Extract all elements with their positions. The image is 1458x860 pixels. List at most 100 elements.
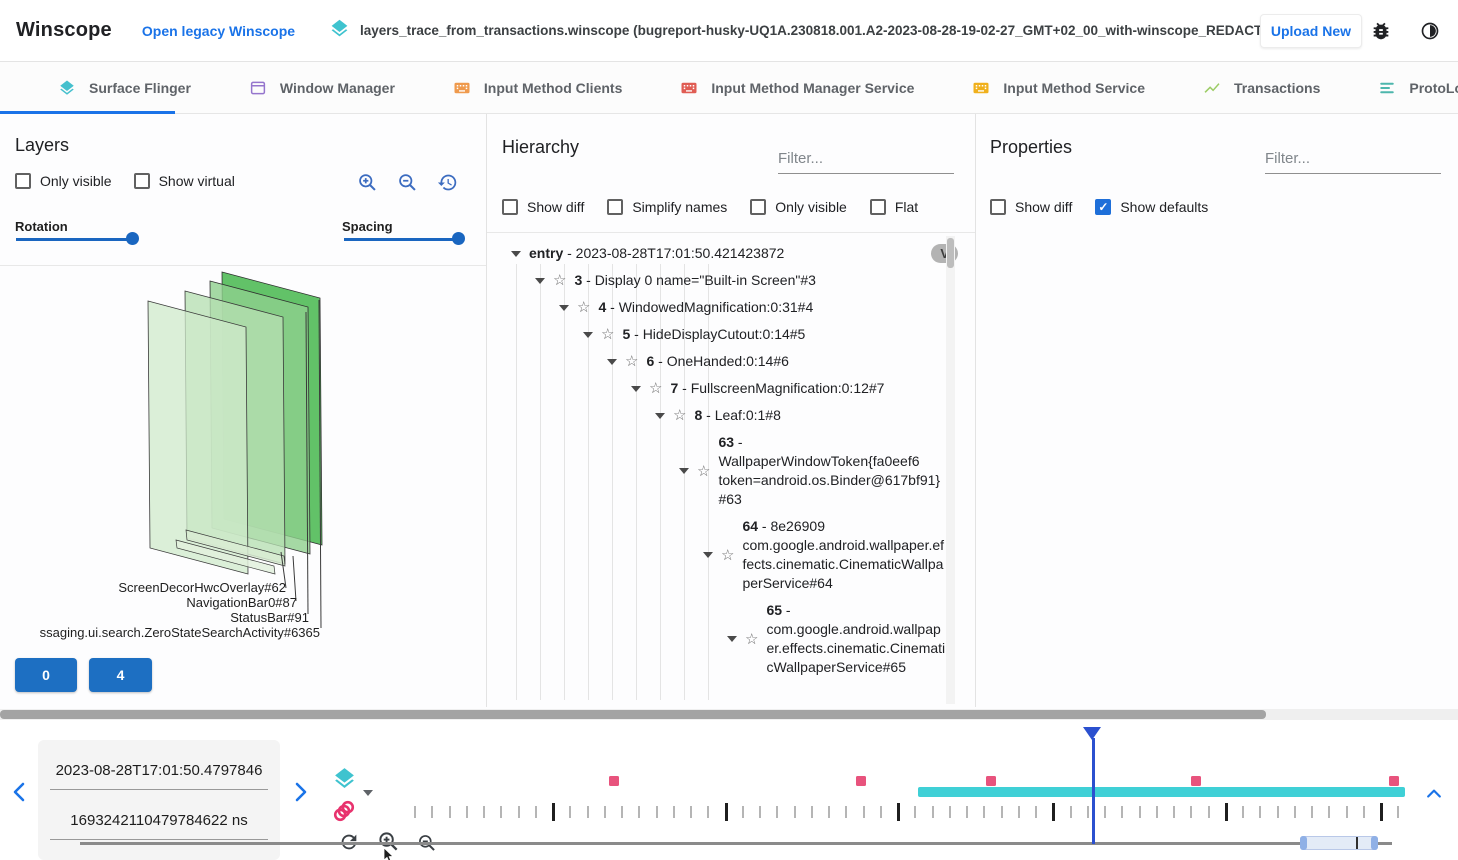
- layer-count-button-0[interactable]: 0: [15, 658, 77, 692]
- timeline-tick: [1139, 806, 1141, 818]
- lines-icon: [1378, 79, 1396, 97]
- pin-star-icon[interactable]: ☆: [697, 464, 710, 479]
- hierarchy-scrollbar-thumb[interactable]: [947, 238, 954, 268]
- tree-node-63[interactable]: ☆63 - WallpaperWindowToken{fa0eef6 token…: [501, 433, 958, 509]
- expand-caret-icon[interactable]: [583, 332, 593, 338]
- timeline-tick: [535, 806, 537, 818]
- checkbox-box[interactable]: [1095, 199, 1111, 215]
- bookmark-marker[interactable]: [1191, 776, 1201, 786]
- tab-window-manager[interactable]: Window Manager: [249, 79, 395, 97]
- pin-star-icon[interactable]: ☆: [577, 300, 590, 315]
- rotation-slider-thumb[interactable]: [126, 232, 139, 245]
- checkbox-box[interactable]: [607, 199, 623, 215]
- checkbox-box[interactable]: [750, 199, 766, 215]
- spacing-slider-thumb[interactable]: [452, 232, 465, 245]
- timeline-tick: [1035, 806, 1037, 818]
- tree-node-4[interactable]: ☆4 - WindowedMagnification:0:31#4: [501, 298, 958, 317]
- minimap-right-handle[interactable]: [1371, 836, 1378, 850]
- next-entry-icon[interactable]: [288, 780, 312, 804]
- pin-star-icon[interactable]: ☆: [625, 354, 638, 369]
- bookmark-marker[interactable]: [609, 776, 619, 786]
- tree-node-entry[interactable]: entry - 2023-08-28T17:01:50.421423872V: [501, 244, 958, 263]
- timestamp-ns-input[interactable]: 1693242110479784622 ns: [50, 806, 268, 840]
- spacing-slider[interactable]: [344, 232, 462, 246]
- dark-mode-icon[interactable]: [1420, 21, 1440, 41]
- tab-input-method-service[interactable]: Input Method Service: [972, 79, 1145, 97]
- pin-star-icon[interactable]: ☆: [721, 548, 734, 563]
- tree-node-5[interactable]: ☆5 - HideDisplayCutout:0:14#5: [501, 325, 958, 344]
- tab-transactions[interactable]: Transactions: [1203, 79, 1320, 97]
- checkbox-box[interactable]: [870, 199, 886, 215]
- tab-surface-flinger[interactable]: Surface Flinger: [58, 79, 191, 97]
- restore-view-icon[interactable]: [437, 172, 458, 193]
- horizontal-scrollbar-thumb[interactable]: [0, 710, 1266, 719]
- expand-caret-icon[interactable]: [655, 413, 665, 419]
- collapse-timeline-icon[interactable]: [1424, 784, 1444, 804]
- minimap-selection-window[interactable]: [1300, 836, 1378, 850]
- hierarchy-checkbox-flat[interactable]: Flat: [870, 199, 918, 215]
- expand-caret-icon[interactable]: [679, 468, 689, 474]
- timestamp-date-input[interactable]: 2023-08-28T17:01:50.4797846: [50, 756, 268, 790]
- expand-caret-icon[interactable]: [607, 359, 617, 365]
- zoom-out-icon[interactable]: [397, 172, 418, 193]
- bookmark-marker[interactable]: [856, 776, 866, 786]
- pin-star-icon[interactable]: ☆: [649, 381, 662, 396]
- bookmark-marker[interactable]: [1389, 776, 1399, 786]
- layers-checkbox-show-virtual[interactable]: Show virtual: [134, 173, 235, 189]
- pin-star-icon[interactable]: ☆: [601, 327, 614, 342]
- expand-caret-icon[interactable]: [727, 636, 737, 642]
- hierarchy-checkbox-simplify-names[interactable]: Simplify names: [607, 199, 727, 215]
- hierarchy-checkbox-show-diff[interactable]: Show diff: [502, 199, 584, 215]
- transitions-band[interactable]: [918, 787, 1405, 797]
- properties-checkbox-show-defaults[interactable]: Show defaults: [1095, 199, 1208, 215]
- hierarchy-scrollbar-track[interactable]: [946, 236, 955, 704]
- loaded-file-name: layers_trace_from_transactions.winscope …: [360, 23, 1260, 38]
- pin-star-icon[interactable]: ☆: [553, 273, 566, 288]
- tree-node-64[interactable]: ☆64 - 8e26909 com.google.android.wallpap…: [501, 517, 958, 593]
- checkbox-box[interactable]: [134, 173, 150, 189]
- rotation-slider[interactable]: [16, 232, 136, 246]
- previous-entry-icon[interactable]: [8, 780, 32, 804]
- timeline-tick: [604, 806, 606, 818]
- hierarchy-filter-input[interactable]: [778, 148, 954, 174]
- tree-node-65[interactable]: ☆65 - com.google.android.wallpaper.effec…: [501, 601, 958, 677]
- expand-caret-icon[interactable]: [535, 278, 545, 284]
- tree-node-7[interactable]: ☆7 - FullscreenMagnification:0:12#7: [501, 379, 958, 398]
- bug-report-icon[interactable]: [1370, 20, 1392, 42]
- checkbox-box[interactable]: [502, 199, 518, 215]
- tab-input-method-manager-service[interactable]: Input Method Manager Service: [680, 79, 914, 97]
- checkbox-box[interactable]: [990, 199, 1006, 215]
- checkbox-label: Flat: [895, 199, 918, 215]
- tree-node-3[interactable]: ☆3 - Display 0 name="Built-in Screen"#3: [501, 271, 958, 290]
- layers-trace-icon[interactable]: [332, 766, 357, 796]
- expand-caret-icon[interactable]: [559, 305, 569, 311]
- tab-input-method-clients[interactable]: Input Method Clients: [453, 79, 622, 97]
- tab-protolog[interactable]: ProtoLog: [1378, 79, 1458, 97]
- bookmark-marker[interactable]: [986, 776, 996, 786]
- properties-filter-input[interactable]: [1265, 148, 1441, 174]
- checkbox-box[interactable]: [15, 173, 31, 189]
- properties-checkbox-show-diff[interactable]: Show diff: [990, 199, 1072, 215]
- timeline-cursor-line[interactable]: [1092, 738, 1095, 844]
- trace-dropdown-icon[interactable]: [363, 790, 373, 796]
- tree-node-6[interactable]: ☆6 - OneHanded:0:14#6: [501, 352, 958, 371]
- upload-new-button[interactable]: Upload New: [1260, 14, 1362, 48]
- pin-star-icon[interactable]: ☆: [673, 408, 686, 423]
- tree-node-8[interactable]: ☆8 - Leaf:0:1#8: [501, 406, 958, 425]
- timeline-tick: [707, 806, 709, 818]
- zoom-in-icon[interactable]: [357, 172, 378, 193]
- tree-node-label: entry - 2023-08-28T17:01:50.421423872: [529, 244, 923, 263]
- timeline-cursor-head[interactable]: [1083, 727, 1101, 740]
- expand-caret-icon[interactable]: [511, 251, 521, 257]
- expand-caret-icon[interactable]: [631, 386, 641, 392]
- loaded-file-row: layers_trace_from_transactions.winscope …: [329, 18, 1260, 44]
- pin-star-icon[interactable]: ☆: [745, 632, 758, 647]
- open-legacy-link[interactable]: Open legacy Winscope: [142, 23, 295, 39]
- layers-checkbox-only-visible[interactable]: Only visible: [15, 173, 112, 189]
- minimap-left-handle[interactable]: [1300, 836, 1307, 850]
- expand-caret-icon[interactable]: [703, 552, 713, 558]
- hierarchy-checkbox-only-visible[interactable]: Only visible: [750, 199, 847, 215]
- timeline-minimap[interactable]: [80, 842, 1392, 845]
- transitions-trace-icon[interactable]: [331, 798, 357, 829]
- layer-count-button-4[interactable]: 4: [89, 658, 152, 692]
